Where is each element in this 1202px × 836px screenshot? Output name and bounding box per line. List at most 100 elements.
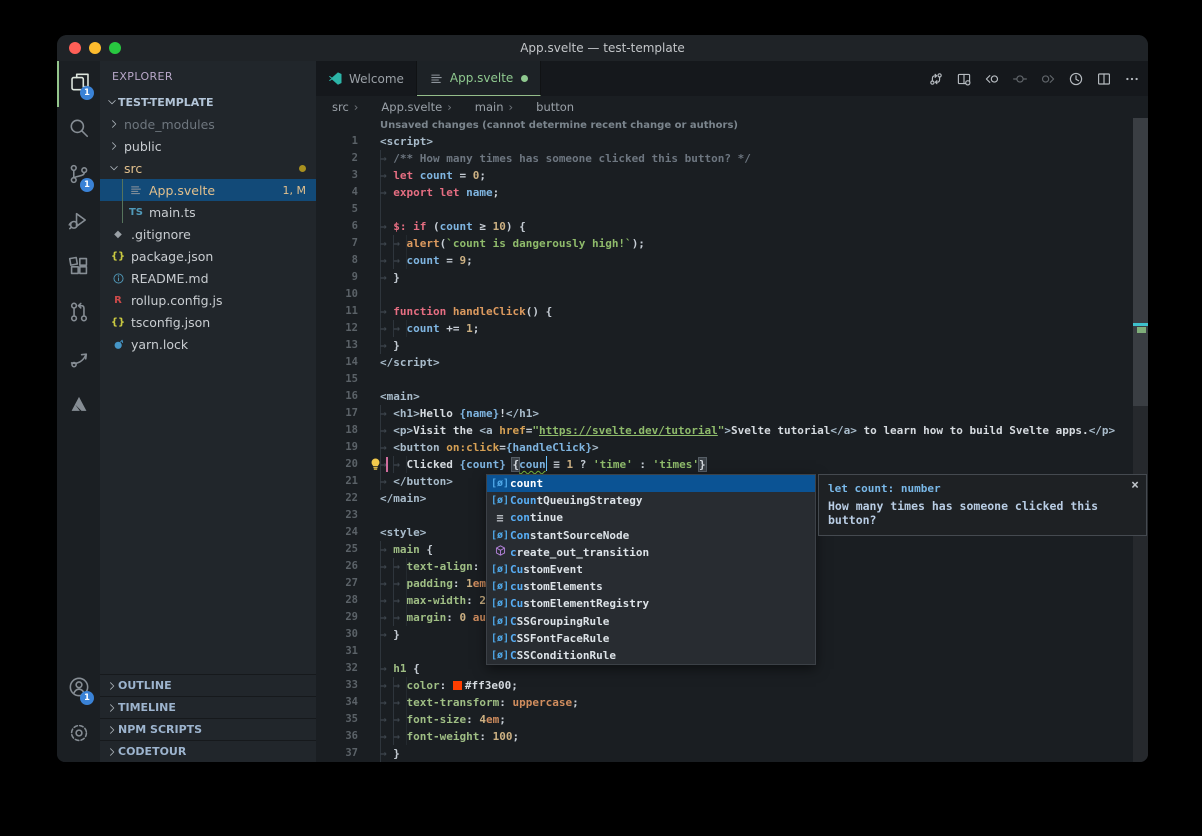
code-editor[interactable]: Unsaved changes (cannot determine recent… <box>316 118 1148 762</box>
code-line-1[interactable]: 1<script> <box>316 133 1148 150</box>
suggestion-match: Coun <box>510 494 537 507</box>
scrollbar-slider[interactable] <box>1133 118 1148 406</box>
tab-welcome[interactable]: Welcome <box>316 61 417 96</box>
breadcrumb-item-app.svelte[interactable]: App.svelte <box>363 100 442 114</box>
code-line-15[interactable]: 15 <box>316 371 1148 388</box>
activity-bar-item-run-debug[interactable] <box>57 199 100 245</box>
activity-bar-item-live-share[interactable] <box>57 337 100 383</box>
activity-bar-item-settings-gear[interactable] <box>57 712 100 758</box>
line-number: 15 <box>316 371 358 388</box>
code-line-13[interactable]: 13→ } <box>316 337 1148 354</box>
code-line-17[interactable]: 17→ <h1>Hello {name}!</h1> <box>316 405 1148 422</box>
activity-bar-item-github-pull-request[interactable] <box>57 291 100 337</box>
gitlens-heatmap-icon[interactable] <box>1012 71 1028 87</box>
tree-item-main.ts[interactable]: TSmain.ts <box>100 201 316 223</box>
title-bar[interactable]: App.svelte — test-template <box>57 35 1148 61</box>
breadcrumb-item-src[interactable]: src <box>332 100 349 114</box>
indent-guide <box>122 179 123 223</box>
tree-item-package.json[interactable]: {}package.json <box>100 245 316 267</box>
code-line-5[interactable]: 5 <box>316 201 1148 218</box>
breadcrumb-separator: › <box>354 100 359 114</box>
tree-item-rollup.config.js[interactable]: Rrollup.config.js <box>100 289 316 311</box>
code-line-6[interactable]: 6→ $: if (count ≥ 10) { <box>316 218 1148 235</box>
suggestion-CountQueuingStrategy[interactable]: [ø]CountQueuingStrategy <box>487 492 815 509</box>
indent-whitespace: → → <box>380 609 407 626</box>
editor-scrollbar[interactable] <box>1133 118 1148 762</box>
suggestion-count[interactable]: [ø]count <box>487 475 815 492</box>
activity-bar-item-source-control[interactable]: 1 <box>57 153 100 199</box>
tree-item-public[interactable]: public <box>100 135 316 157</box>
open-changes-icon[interactable] <box>956 71 972 87</box>
chevron-right-icon <box>106 682 118 695</box>
line-number: 31 <box>316 643 358 660</box>
code-line-4[interactable]: 4→ export let name; <box>316 184 1148 201</box>
tab-app-svelte[interactable]: App.svelte <box>417 61 541 96</box>
next-change-icon[interactable] <box>1040 71 1056 87</box>
tree-item-node_modules[interactable]: node_modules <box>100 113 316 135</box>
code-line-34[interactable]: 34→ → text-transform: uppercase; <box>316 694 1148 711</box>
sidebar-section-codetour[interactable]: CODETOUR <box>100 740 316 762</box>
suggestion-ConstantSourceNode[interactable]: [ø]ConstantSourceNode <box>487 527 815 544</box>
code-line-14[interactable]: 14</script> <box>316 354 1148 371</box>
suggestion-CSSConditionRule[interactable]: [ø]CSSConditionRule <box>487 647 815 664</box>
tree-item-yarn.lock[interactable]: yarn.lock <box>100 333 316 355</box>
suggestion-CSSGroupingRule[interactable]: [ø]CSSGroupingRule <box>487 613 815 630</box>
suggestion-CustomEvent[interactable]: [ø]CustomEvent <box>487 561 815 578</box>
breadcrumb[interactable]: src›App.svelte›main›button <box>316 96 1148 118</box>
code-line-37[interactable]: 37→ } <box>316 745 1148 762</box>
code-line-11[interactable]: 11→ function handleClick() { <box>316 303 1148 320</box>
suggestion-CSSFontFaceRule[interactable]: [ø]CSSFontFaceRule <box>487 630 815 647</box>
tree-item-tsconfig.json[interactable]: {}tsconfig.json <box>100 311 316 333</box>
code-line-19[interactable]: 19→ <button on:click={handleClick}> <box>316 439 1148 456</box>
tree-item-.gitignore[interactable]: ◆.gitignore <box>100 223 316 245</box>
activity-bar-item-accounts[interactable]: 1 <box>57 666 100 712</box>
activity-bar-item-explorer[interactable]: 1 <box>57 61 100 107</box>
code-line-8[interactable]: 8→ → count = 9; <box>316 252 1148 269</box>
lightbulb-icon[interactable] <box>368 457 383 472</box>
code-line-20[interactable]: 20→ → Clicked {count} {coun ≡ 1 ? 'time'… <box>316 456 1148 473</box>
sidebar-section-timeline[interactable]: TIMELINE <box>100 696 316 718</box>
activity-bar-item-extensions[interactable] <box>57 245 100 291</box>
code-line-18[interactable]: 18→ <p>Visit the <a href="https://svelte… <box>316 422 1148 439</box>
suggestion-customElements[interactable]: [ø]customElements <box>487 578 815 595</box>
previous-change-icon[interactable] <box>984 71 1000 87</box>
sidebar-section-outline[interactable]: OUTLINE <box>100 674 316 696</box>
indent-whitespace <box>380 643 393 660</box>
indent-whitespace: → <box>380 303 393 320</box>
gitlens-compare-icon[interactable] <box>928 71 944 87</box>
line-number: 21 <box>316 473 358 490</box>
breadcrumb-item-main[interactable]: main <box>457 100 504 114</box>
suggestion-continue[interactable]: ≡continue <box>487 509 815 526</box>
section-label: TIMELINE <box>118 701 176 714</box>
tree-item-src[interactable]: src <box>100 157 316 179</box>
indent-whitespace: → → <box>380 320 407 337</box>
code-line-35[interactable]: 35→ → font-size: 4em; <box>316 711 1148 728</box>
code-line-2[interactable]: 2→ /** How many times has someone clicke… <box>316 150 1148 167</box>
activity-bar-item-azure[interactable] <box>57 383 100 429</box>
window-title: App.svelte — test-template <box>57 41 1148 55</box>
file-history-icon[interactable] <box>1068 71 1084 87</box>
code-line-7[interactable]: 7→ → alert(`count is dangerously high!`)… <box>316 235 1148 252</box>
project-root-header[interactable]: TEST-TEMPLATE <box>100 91 316 113</box>
code-line-10[interactable]: 10 <box>316 286 1148 303</box>
close-icon[interactable]: × <box>1131 478 1139 493</box>
symbol-variable-icon: [ø] <box>490 598 510 609</box>
suggestion-create_out_transition[interactable]: create_out_transition <box>487 544 815 561</box>
activity-bar-item-search[interactable] <box>57 107 100 153</box>
gitlens-codelens[interactable]: Unsaved changes (cannot determine recent… <box>316 118 1148 133</box>
breadcrumb-item-button[interactable]: button <box>518 100 574 114</box>
code-line-16[interactable]: 16<main> <box>316 388 1148 405</box>
code-line-3[interactable]: 3→ let count = 0; <box>316 167 1148 184</box>
code-line-9[interactable]: 9→ } <box>316 269 1148 286</box>
split-editor-icon[interactable] <box>1096 71 1112 87</box>
sidebar-section-npm-scripts[interactable]: NPM SCRIPTS <box>100 718 316 740</box>
explorer-more-actions-icon[interactable] <box>288 68 304 84</box>
code-line-12[interactable]: 12→ → count += 1; <box>316 320 1148 337</box>
more-actions-icon[interactable] <box>1124 71 1140 87</box>
tree-item-App.svelte[interactable]: App.svelte1, M <box>100 179 316 201</box>
suggestion-CustomElementRegistry[interactable]: [ø]CustomElementRegistry <box>487 595 815 612</box>
code-line-33[interactable]: 33→ → color: #ff3e00; <box>316 677 1148 694</box>
code-line-36[interactable]: 36→ → font-weight: 100; <box>316 728 1148 745</box>
line-number: 27 <box>316 575 358 592</box>
tree-item-README.md[interactable]: README.md <box>100 267 316 289</box>
